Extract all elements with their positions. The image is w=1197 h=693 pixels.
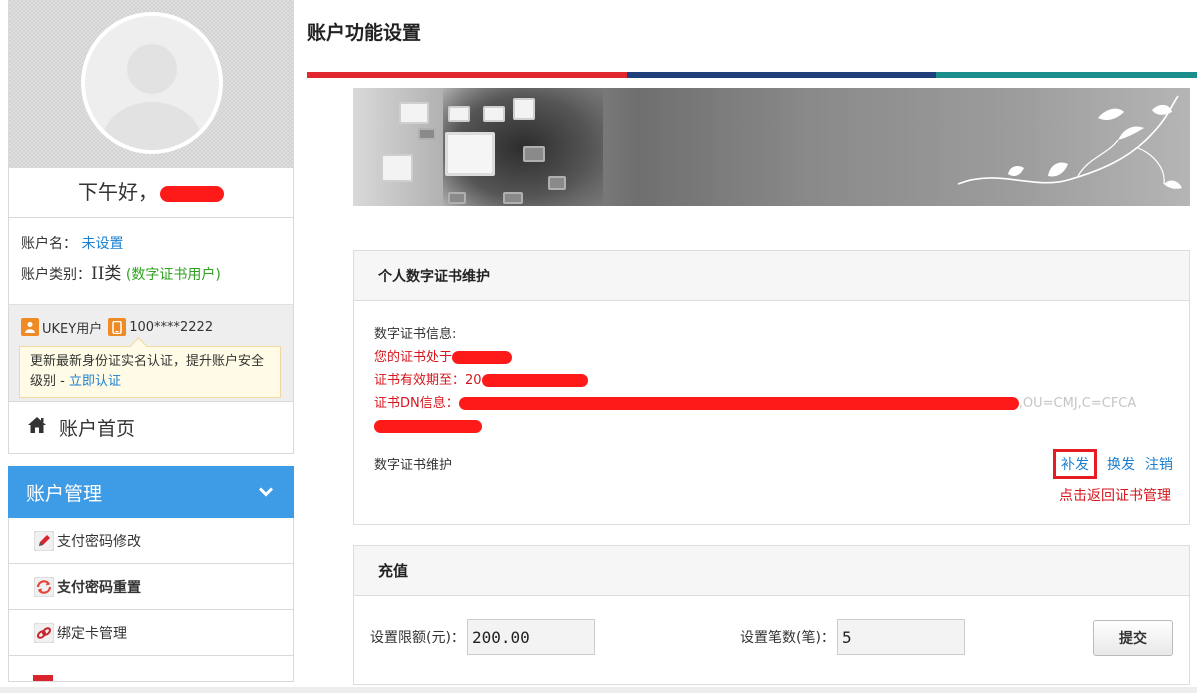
- cert-info-label: 数字证书信息:: [374, 327, 457, 342]
- refresh-icon: [33, 576, 55, 598]
- greeting: 下午好，: [9, 176, 293, 205]
- account-name-link[interactable]: 未设置: [81, 236, 123, 252]
- menu-item-reset-pay-password[interactable]: 支付密码重置: [8, 564, 294, 610]
- count-input[interactable]: [836, 619, 965, 655]
- redacted-dn: [458, 397, 1019, 410]
- avatar[interactable]: [81, 12, 223, 154]
- back-to-cert-management-link[interactable]: 点击返回证书管理: [1059, 485, 1171, 505]
- chevron-down-icon: [258, 481, 274, 503]
- menu-item-label: 支付密码重置: [57, 579, 141, 596]
- account-type-note: (数字证书用户): [125, 267, 221, 283]
- cert-dn-line: 证书DN信息： ,OU=CMJ,C=CFCA: [374, 392, 1189, 415]
- pencil-icon: [33, 530, 55, 552]
- avatar-head-shape: [127, 44, 177, 94]
- user-icon: [21, 318, 39, 336]
- menu-item-label: 支付密码修改: [57, 533, 141, 550]
- limit-input[interactable]: [466, 619, 595, 655]
- revoke-link[interactable]: 注销: [1145, 454, 1173, 474]
- title-stripe-red: [307, 72, 627, 78]
- submit-button[interactable]: 提交: [1093, 620, 1173, 656]
- ukey-section: UKEY用户 100****2222 更新最新身份证实名认证，提升账户安全级别 …: [8, 304, 294, 402]
- banner-image: [353, 88, 1190, 206]
- banner-chip-icon: [381, 154, 413, 182]
- banner-chip-icon: [548, 176, 566, 190]
- redacted-dn-continued: [374, 420, 482, 433]
- account-type-value: II类: [91, 264, 122, 284]
- limit-field: 设置限额(元)：: [370, 619, 595, 655]
- verify-now-link[interactable]: 立即认证: [69, 374, 121, 389]
- banner-chip-icon: [448, 192, 466, 204]
- page-title: 账户功能设置: [307, 22, 422, 44]
- cert-valid-prefix: 证书有效期至：20: [374, 373, 482, 388]
- banner-chip-icon: [513, 98, 535, 120]
- reissue-link[interactable]: 补发: [1053, 449, 1097, 479]
- count-field: 设置笔数(笔)：: [740, 619, 965, 655]
- account-name-label: 账户名：: [21, 236, 77, 252]
- redacted-valid-date: [481, 374, 588, 387]
- account-info: 账户名： 未设置 账户类别：II类 (数字证书用户): [8, 218, 294, 304]
- banner-chip-icon: [503, 192, 523, 204]
- greeting-text: 下午好，: [78, 180, 158, 204]
- verify-tip-text: 更新最新身份证实名认证，提升账户安全级别 -: [30, 354, 265, 389]
- bottom-edge: [0, 687, 1197, 693]
- ukey-user-label: UKEY用户: [42, 321, 103, 337]
- banner-chip-icon: [523, 146, 545, 162]
- home-icon: [27, 416, 47, 439]
- limit-label: 设置限额(元)：: [370, 630, 465, 646]
- banner-chip-icon: [399, 102, 429, 124]
- certificate-info: 数字证书信息: 您的证书处于 证书有效期至：20 证书DN信息： ,OU=CMJ,…: [354, 301, 1189, 438]
- cert-dn-line-2: [374, 415, 1189, 438]
- menu-item-bound-card-management[interactable]: 绑定卡管理: [8, 610, 294, 656]
- certificate-panel-title: 个人数字证书维护: [354, 251, 1189, 301]
- account-type-label: 账户类别：: [21, 267, 91, 283]
- banner-chip-icon: [418, 128, 436, 140]
- cert-dn-tail: ,OU=CMJ,C=CFCA: [1018, 396, 1137, 411]
- phone-number: 100****2222: [129, 319, 214, 335]
- cert-status-prefix: 您的证书处于: [374, 350, 453, 365]
- partial-icon: [33, 675, 53, 681]
- home-label: 账户首页: [59, 418, 136, 440]
- banner-chip-icon: [448, 106, 470, 122]
- recharge-panel-title: 充值: [354, 546, 1189, 596]
- account-name-row: 账户名： 未设置: [21, 230, 293, 260]
- account-home-nav[interactable]: 账户首页: [8, 402, 294, 454]
- cert-maintenance-label: 数字证书维护: [374, 458, 453, 473]
- recharge-panel: 充值 设置限额(元)： 设置笔数(笔)： 提交: [353, 545, 1190, 685]
- certificate-panel: 个人数字证书维护 数字证书信息: 您的证书处于 证书有效期至：20 证书DN信息…: [353, 250, 1190, 525]
- ukey-row: UKEY用户 100****2222: [21, 317, 293, 337]
- account-type-row: 账户类别：II类 (数字证书用户): [21, 260, 293, 290]
- floral-swirl-icon: [957, 95, 1182, 189]
- verify-tip: 更新最新身份证实名认证，提升账户安全级别 - 立即认证: [19, 346, 281, 398]
- cert-valid-line: 证书有效期至：20: [374, 369, 1189, 392]
- main-content: 账户功能设置 个人数字证书维护 数字证书信息: 您的证书处于 证书有效期至：20…: [307, 0, 1197, 693]
- renew-link[interactable]: 换发: [1107, 454, 1135, 474]
- banner-chip-icon: [483, 106, 505, 122]
- link-chain-icon: [33, 622, 55, 644]
- avatar-shoulders-shape: [102, 102, 202, 150]
- sidebar: 下午好， 账户名： 未设置 账户类别：II类 (数字证书用户) UKEY用户 1…: [8, 0, 294, 693]
- redacted-status: [452, 351, 513, 364]
- cert-status-line: 您的证书处于: [374, 346, 1189, 369]
- count-label: 设置笔数(笔)：: [740, 630, 835, 646]
- cert-dn-prefix: 证书DN信息：: [374, 396, 459, 411]
- phone-icon: [108, 318, 127, 336]
- menu-item-change-pay-password[interactable]: 支付密码修改: [8, 518, 294, 564]
- title-stripe-navy: [627, 72, 936, 78]
- menu-item-partially-visible[interactable]: [8, 656, 294, 682]
- banner-chip-icon: [445, 132, 495, 176]
- menu-title: 账户管理: [26, 482, 103, 505]
- account-management-menu-header[interactable]: 账户管理: [8, 466, 294, 518]
- redacted-username: [160, 185, 224, 202]
- cert-actions: 补发 换发 注销: [1053, 449, 1173, 479]
- menu-item-label: 绑定卡管理: [57, 625, 127, 642]
- title-stripe-teal: [936, 72, 1197, 78]
- profile-card: 下午好，: [8, 0, 294, 218]
